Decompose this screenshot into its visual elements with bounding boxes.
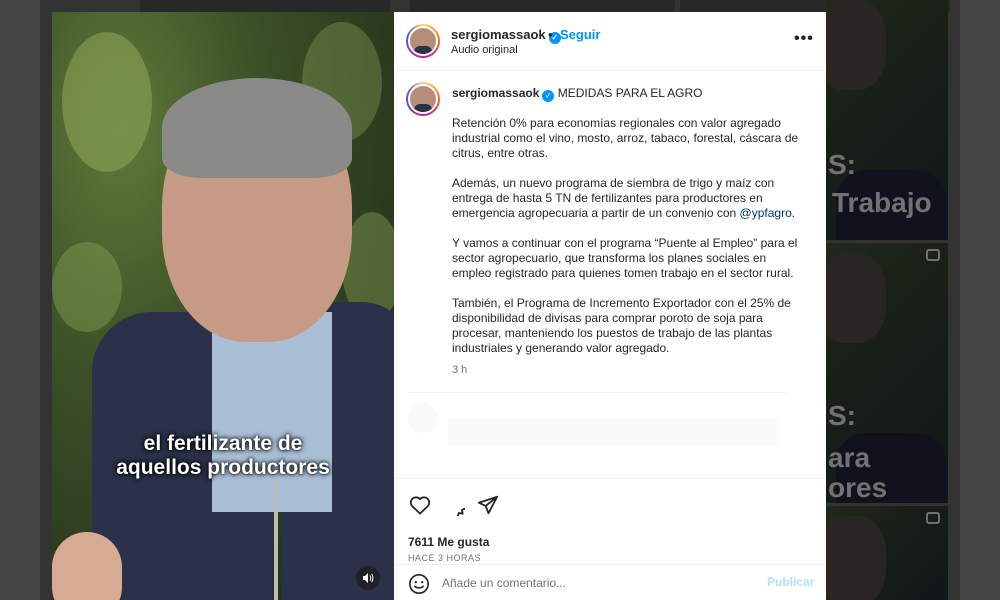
caption-header: sergiomassaok ✓ MEDIDAS PARA EL AGRO: [452, 86, 702, 102]
caption-username[interactable]: sergiomassaok: [452, 86, 539, 100]
publish-button[interactable]: Publicar: [767, 575, 814, 589]
separator-dot: •: [548, 27, 553, 42]
speaker-icon: [363, 573, 374, 583]
caption-paragraph: Y vamos a continuar con el programa “Pue…: [452, 236, 798, 280]
post-video[interactable]: el fertilizante de aquellos productores: [52, 12, 394, 600]
likes-count[interactable]: 7611 Me gusta: [408, 535, 489, 549]
send-icon: [477, 495, 499, 515]
avatar[interactable]: [406, 24, 440, 58]
caption-paragraph: También, el Programa de Incremento Expor…: [452, 296, 791, 355]
caption-title: MEDIDAS PARA EL AGRO: [557, 86, 703, 100]
video-subtitle-line: aquellos productores: [116, 456, 330, 479]
heart-icon: [409, 496, 431, 515]
header-username[interactable]: sergiomassaok ✓: [451, 27, 561, 44]
follow-button[interactable]: Seguir: [560, 27, 600, 42]
post-panel: sergiomassaok ✓ • Seguir Audio original •…: [394, 12, 826, 600]
avatar[interactable]: [406, 82, 440, 116]
emoji-icon[interactable]: [408, 573, 430, 595]
post-header: sergiomassaok ✓ • Seguir Audio original •…: [394, 12, 826, 71]
post-time[interactable]: 3 h: [452, 364, 467, 376]
more-dots-icon[interactable]: •••: [794, 30, 814, 48]
like-button[interactable]: [408, 493, 432, 517]
sound-toggle-button[interactable]: [356, 566, 380, 590]
share-button[interactable]: [476, 493, 500, 517]
comment-button[interactable]: [442, 493, 466, 517]
video-subtitle-line: el fertilizante de: [143, 432, 303, 455]
caption-paragraph: Además, un nuevo programa de siembra de …: [452, 176, 796, 220]
comment-icon: [457, 508, 465, 516]
mention-link[interactable]: @ypfagro: [740, 206, 792, 220]
comments-loading-placeholder: [408, 392, 788, 472]
username-text[interactable]: sergiomassaok: [451, 27, 546, 42]
verified-badge-icon: ✓: [542, 90, 555, 102]
comment-input[interactable]: [442, 574, 742, 592]
comment-bar: Publicar: [394, 564, 826, 600]
post-date: HACE 3 HORAS: [408, 553, 482, 563]
audio-label[interactable]: Audio original: [451, 44, 518, 56]
caption-body: Retención 0% para economías regionales c…: [452, 116, 802, 371]
caption-paragraph: Retención 0% para economías regionales c…: [452, 116, 799, 160]
